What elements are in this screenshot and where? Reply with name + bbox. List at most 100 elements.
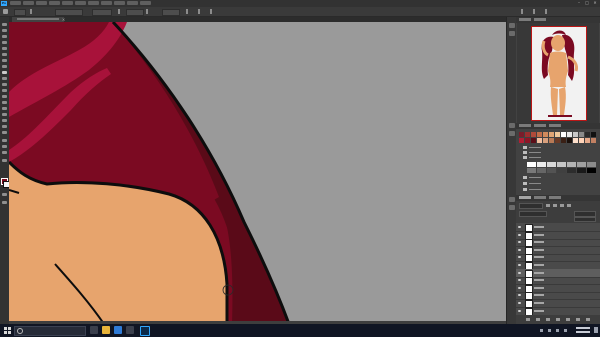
menu-view[interactable]: [114, 1, 125, 5]
tab-layers[interactable]: [519, 196, 531, 199]
menu-file[interactable]: [10, 1, 21, 5]
file-explorer-icon[interactable]: [102, 326, 110, 334]
workspace-icon[interactable]: [533, 9, 535, 14]
grey-swatch[interactable]: [567, 168, 576, 173]
grey-swatch[interactable]: [577, 162, 586, 167]
color-swatch[interactable]: [561, 138, 566, 143]
color-swatch[interactable]: [543, 132, 548, 137]
taskbar-search-box[interactable]: [14, 326, 86, 336]
menu-select[interactable]: [75, 1, 86, 5]
color-swatch[interactable]: [591, 132, 596, 137]
tab-color[interactable]: [519, 124, 531, 127]
history-brush-tool-icon[interactable]: [2, 83, 7, 86]
color-swatch[interactable]: [561, 132, 566, 137]
hand-tool-icon[interactable]: [2, 139, 7, 142]
eraser-tool-icon[interactable]: [2, 89, 7, 92]
menu-image[interactable]: [36, 1, 47, 5]
visibility-eye-icon[interactable]: [518, 309, 521, 312]
swatch-group[interactable]: [523, 176, 543, 179]
menu-window[interactable]: [127, 1, 138, 5]
close-button[interactable]: ✕: [592, 1, 598, 5]
brush-tool-icon[interactable]: [2, 71, 7, 74]
new-group-icon[interactable]: [566, 318, 570, 321]
navigator-preview[interactable]: [531, 26, 587, 121]
color-swatch[interactable]: [585, 138, 590, 143]
swatch-group[interactable]: [523, 146, 543, 149]
grey-swatch[interactable]: [527, 168, 536, 173]
network-icon[interactable]: [548, 329, 551, 332]
color-swatch[interactable]: [555, 138, 560, 143]
paths-panel-icon[interactable]: [509, 205, 515, 210]
layer-filter-select[interactable]: [519, 203, 543, 209]
color-swatch[interactable]: [567, 138, 572, 143]
visibility-eye-icon[interactable]: [518, 286, 521, 289]
adjustment-layer-icon[interactable]: [556, 318, 560, 321]
swatch-group[interactable]: [523, 182, 543, 185]
filter-type-icon[interactable]: [560, 204, 564, 207]
color-swatch[interactable]: [519, 132, 524, 137]
color-swatch[interactable]: [579, 138, 584, 143]
type-tool-icon[interactable]: [2, 119, 7, 122]
store-icon[interactable]: [126, 326, 134, 334]
fill-input[interactable]: [574, 217, 596, 222]
grey-swatch[interactable]: [567, 162, 576, 167]
minimize-button[interactable]: –: [576, 1, 582, 5]
zoom-tool-icon[interactable]: [2, 151, 7, 154]
edit-toolbar-icon[interactable]: [2, 159, 7, 162]
tray-chevron-icon[interactable]: [540, 329, 543, 332]
new-layer-icon[interactable]: [576, 318, 580, 321]
notifications-icon[interactable]: [594, 327, 598, 333]
menu-edit[interactable]: [23, 1, 34, 5]
artwork[interactable]: [9, 22, 506, 324]
crop-tool-icon[interactable]: [2, 47, 7, 50]
grey-swatch[interactable]: [547, 162, 556, 167]
quick-mask-icon[interactable]: [2, 193, 7, 196]
color-swatch[interactable]: [519, 138, 524, 143]
smoothing-field[interactable]: [162, 9, 180, 16]
swatch-group[interactable]: [523, 188, 543, 191]
channels-panel-icon[interactable]: [509, 197, 515, 202]
eyedropper-tool-icon[interactable]: [2, 59, 7, 62]
menu-3d[interactable]: [101, 1, 112, 5]
visibility-eye-icon[interactable]: [518, 279, 521, 282]
grey-swatch[interactable]: [577, 168, 586, 173]
gradient-tool-icon[interactable]: [2, 95, 7, 98]
menu-layer[interactable]: [49, 1, 60, 5]
brush-size-picker[interactable]: [14, 9, 26, 16]
menu-help[interactable]: [140, 1, 151, 5]
maximize-button[interactable]: □: [584, 1, 590, 5]
tab-channels[interactable]: [534, 196, 546, 199]
pressure-size-icon[interactable]: [198, 9, 200, 14]
grey-swatch[interactable]: [557, 168, 566, 173]
add-mask-icon[interactable]: [546, 318, 550, 321]
menu-filter[interactable]: [88, 1, 99, 5]
taskbar-clock[interactable]: [576, 326, 590, 334]
swatch-group[interactable]: [523, 151, 543, 154]
adjustments-panel-icon[interactable]: [509, 131, 515, 136]
grey-swatch[interactable]: [587, 162, 596, 167]
tab-paths[interactable]: [549, 196, 561, 199]
airbrush-icon[interactable]: [146, 9, 148, 14]
opacity-field[interactable]: [92, 9, 112, 16]
grey-swatch[interactable]: [537, 168, 546, 173]
grey-swatch[interactable]: [537, 162, 546, 167]
brushes-panel-icon[interactable]: [509, 123, 515, 128]
dodge-tool-icon[interactable]: [2, 107, 7, 110]
visibility-eye-icon[interactable]: [518, 302, 521, 304]
tab-histogram[interactable]: [534, 18, 546, 21]
color-swatch[interactable]: [543, 138, 548, 143]
task-view-icon[interactable]: [90, 326, 98, 334]
language-icon[interactable]: [564, 329, 567, 332]
grey-swatch[interactable]: [527, 162, 536, 167]
lasso-tool-icon[interactable]: [2, 35, 7, 38]
share-icon[interactable]: [545, 9, 547, 14]
color-swatch[interactable]: [549, 132, 554, 137]
color-swatch[interactable]: [531, 138, 536, 143]
volume-icon[interactable]: [556, 329, 559, 332]
visibility-eye-icon[interactable]: [518, 256, 521, 259]
brush-icon[interactable]: [3, 9, 8, 14]
swatch-group[interactable]: [523, 156, 543, 159]
color-swatch[interactable]: [549, 138, 554, 143]
visibility-eye-icon[interactable]: [518, 264, 521, 266]
color-swatch[interactable]: [531, 132, 536, 137]
